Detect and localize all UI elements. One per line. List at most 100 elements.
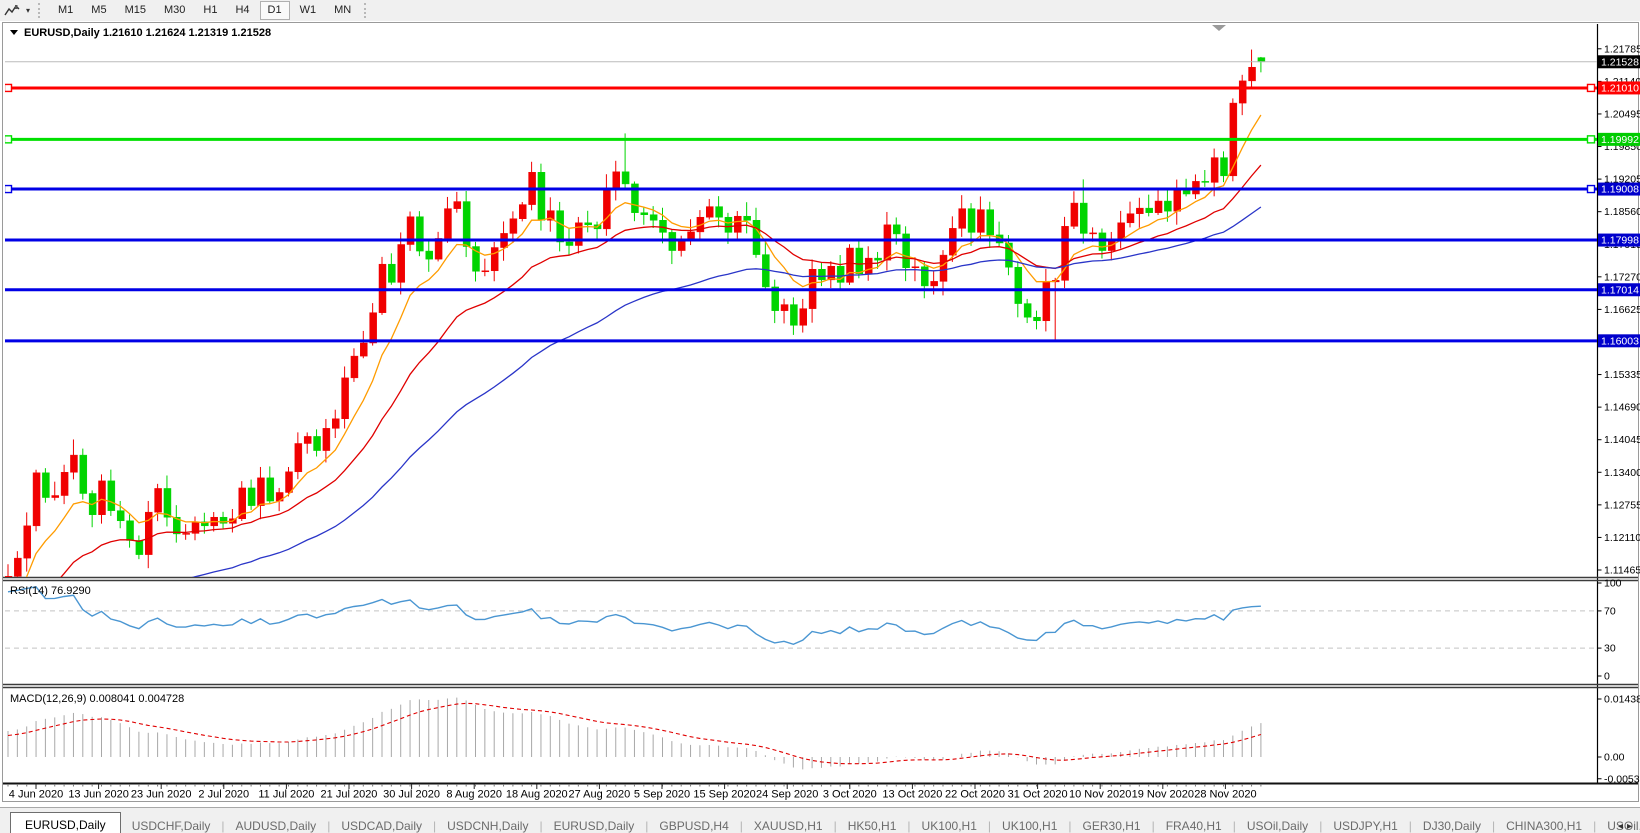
tab-gbpusd-h4[interactable]: GBPUSD,H4 <box>648 814 739 833</box>
toolbar-grip[interactable] <box>38 3 45 18</box>
date-label: 8 Aug 2020 <box>446 789 502 801</box>
price-tick-label: 1.12110 <box>1604 532 1640 544</box>
tab-china300-h1[interactable]: CHINA300,H1 <box>1495 814 1593 833</box>
tab-uk100-h1[interactable]: UK100,H1 <box>911 814 988 833</box>
date-label: 3 Oct 2020 <box>823 789 877 801</box>
tab-usdchf-daily[interactable]: USDCHF,Daily <box>121 814 222 833</box>
svg-text:1.19008: 1.19008 <box>1601 184 1639 196</box>
date-label: 2 Jul 2020 <box>198 789 249 801</box>
rsi-axis-label: 100 <box>1604 578 1622 590</box>
rsi-axis-label: 30 <box>1604 643 1616 655</box>
blue-line-1-19008-handle[interactable] <box>5 186 12 193</box>
date-label: 19 Nov 2020 <box>1132 789 1194 801</box>
date-label: 23 Jun 2020 <box>131 789 192 801</box>
support-green-line-handle[interactable] <box>5 136 12 143</box>
tab-eurusd-daily[interactable]: EURUSD,Daily <box>10 812 121 833</box>
blue-line-1-19008-badge: 1.19008 <box>1598 183 1640 196</box>
timeframe-button-h4[interactable]: H4 <box>227 1 257 20</box>
date-label: 24 Sep 2020 <box>756 789 818 801</box>
tab-fra40-h1[interactable]: FRA40,H1 <box>1155 814 1233 833</box>
timeframe-button-m5[interactable]: M5 <box>83 1 114 20</box>
timeframe-button-d1[interactable]: D1 <box>260 1 290 20</box>
tab-xauusd-h1[interactable]: XAUUSD,H1 <box>743 814 834 833</box>
line-chart-icon[interactable] <box>2 3 22 19</box>
date-label: 11 Jul 2020 <box>258 789 314 801</box>
tab-usdjpy-h1[interactable]: USDJPY,H1 <box>1322 814 1408 833</box>
tab-usdcad-daily[interactable]: USDCAD,Daily <box>330 814 433 833</box>
date-label: 30 Jul 2020 <box>383 789 440 801</box>
date-label: 28 Nov 2020 <box>1194 789 1256 801</box>
blue-line-1-16003-badge: 1.16003 <box>1598 334 1640 347</box>
timeframe-button-h1[interactable]: H1 <box>195 1 225 20</box>
blue-line-1-19008-handle[interactable] <box>1588 186 1595 193</box>
tab-audusd-daily[interactable]: AUDUSD,Daily <box>225 814 328 833</box>
price-tick-label: 1.21785 <box>1604 43 1640 55</box>
svg-text:1.21528: 1.21528 <box>1601 56 1639 68</box>
date-label: 31 Oct 2020 <box>1008 789 1068 801</box>
timeframe-toolbar: ▾ M1M5M15M30H1H4D1W1MN <box>0 0 1640 21</box>
candle <box>42 468 49 502</box>
svg-text:1.17014: 1.17014 <box>1601 284 1639 296</box>
rsi-label: RSI(14) 76.9290 <box>10 585 91 597</box>
support-green-line-handle[interactable] <box>1588 136 1595 143</box>
date-label: 21 Jul 2020 <box>321 789 378 801</box>
candle <box>80 449 87 500</box>
chart-tab-bar: EURUSD,DailyUSDCHF,Daily|AUDUSD,Daily|US… <box>0 807 1640 833</box>
price-tick-label: 1.14045 <box>1604 434 1640 446</box>
price-tick-label: 1.16625 <box>1604 304 1640 316</box>
current-price-line-badge: 1.21528 <box>1598 55 1640 68</box>
date-label: 5 Sep 2020 <box>634 789 690 801</box>
tab-ger30-h1[interactable]: GER30,H1 <box>1072 814 1152 833</box>
blue-line-1-17998-badge: 1.17998 <box>1598 234 1640 247</box>
timeframe-button-w1[interactable]: W1 <box>292 1 325 20</box>
tab-usdcnh-daily[interactable]: USDCNH,Daily <box>436 814 539 833</box>
date-label: 27 Aug 2020 <box>569 789 631 801</box>
date-label: 22 Oct 2020 <box>945 789 1005 801</box>
resistance-red-line-badge: 1.21010 <box>1598 81 1640 94</box>
date-label: 18 Aug 2020 <box>506 789 568 801</box>
date-label: 15 Sep 2020 <box>693 789 755 801</box>
timeframe-button-mn[interactable]: MN <box>326 1 359 20</box>
candle <box>847 244 854 285</box>
resistance-red-line-handle[interactable] <box>5 84 12 91</box>
candle <box>519 202 526 221</box>
price-tick-label: 1.18560 <box>1604 206 1640 218</box>
date-label: 10 Nov 2020 <box>1069 789 1131 801</box>
macd-label: MACD(12,26,9) 0.008041 0.004728 <box>10 693 184 705</box>
timeframe-button-m30[interactable]: M30 <box>156 1 193 20</box>
toolbar-grip-2[interactable] <box>364 3 371 18</box>
price-tick-label: 1.14690 <box>1604 402 1640 414</box>
tab-uk100-h1[interactable]: UK100,H1 <box>991 814 1068 833</box>
date-label: 13 Jun 2020 <box>68 789 129 801</box>
rsi-axis-label: 0 <box>1604 671 1610 683</box>
support-green-line-badge: 1.19992 <box>1598 133 1640 146</box>
timeframe-button-m1[interactable]: M1 <box>50 1 81 20</box>
date-label: 13 Oct 2020 <box>882 789 942 801</box>
tab-eurusd-daily[interactable]: EURUSD,Daily <box>543 814 646 833</box>
resistance-red-line-handle[interactable] <box>1588 84 1595 91</box>
tab-dj30-daily[interactable]: DJ30,Daily <box>1412 814 1492 833</box>
price-tick-label: 1.17270 <box>1604 271 1640 283</box>
candle <box>1062 217 1069 288</box>
candle <box>33 470 40 532</box>
svg-text:1.17998: 1.17998 <box>1601 235 1639 247</box>
price-chart[interactable]: EURUSD,Daily 1.21610 1.21624 1.21319 1.2… <box>0 21 1640 802</box>
chart-type-dropdown-caret[interactable]: ▾ <box>22 6 34 15</box>
price-tick-label: 1.11465 <box>1604 565 1640 577</box>
macd-axis-label: 0.014384 <box>1604 694 1640 706</box>
tab-scroll-right-icon[interactable]: ▸ <box>1627 821 1636 832</box>
tab-hk50-h1[interactable]: HK50,H1 <box>837 814 908 833</box>
svg-text:1.19992: 1.19992 <box>1601 134 1639 146</box>
svg-text:1.16003: 1.16003 <box>1601 335 1639 347</box>
price-tick-label: 1.15335 <box>1604 369 1640 381</box>
price-tick-label: 1.12755 <box>1604 499 1640 511</box>
timeframe-button-m15[interactable]: M15 <box>117 1 154 20</box>
rsi-axis-label: 70 <box>1604 605 1616 617</box>
candle <box>416 211 423 256</box>
symbol-quote-label: EURUSD,Daily 1.21610 1.21624 1.21319 1.2… <box>24 27 271 39</box>
tab-scroll-left-icon[interactable]: ◂ <box>1618 821 1627 832</box>
price-tick-label: 1.20495 <box>1604 108 1640 120</box>
tab-usoil-daily[interactable]: USOil,Daily <box>1236 814 1319 833</box>
macd-axis-label: -0.005396 <box>1604 773 1640 785</box>
date-label: 4 Jun 2020 <box>9 789 63 801</box>
